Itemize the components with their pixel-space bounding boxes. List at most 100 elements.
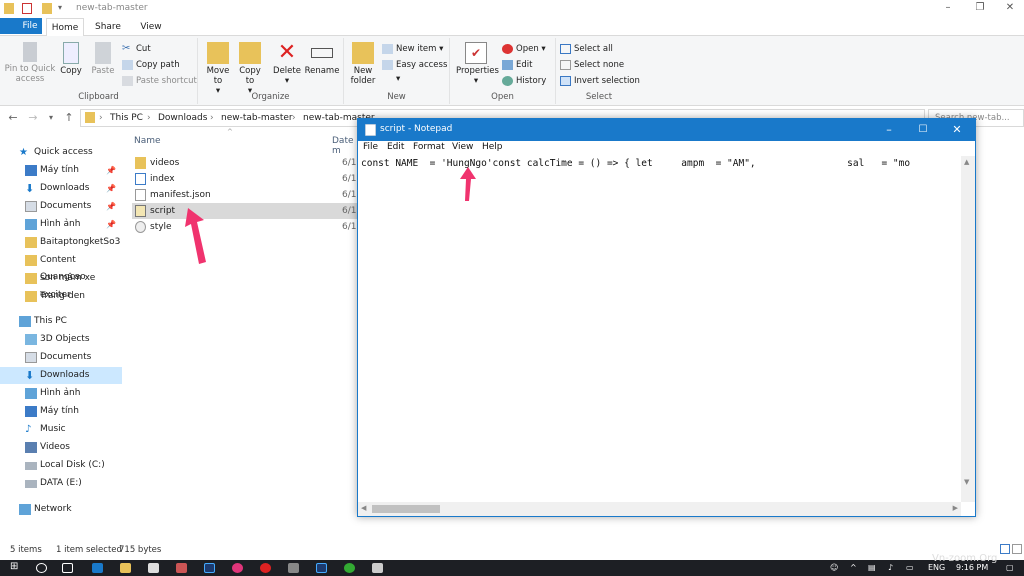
select-all-button[interactable]: Select all: [560, 42, 613, 56]
scroll-left-icon[interactable]: ◀: [361, 504, 366, 512]
copy-path-button[interactable]: Copy path: [122, 58, 180, 72]
copy-button[interactable]: Copy: [58, 42, 84, 76]
breadcrumb-downloads[interactable]: Downloads: [158, 113, 207, 123]
menu-edit[interactable]: Edit: [387, 142, 404, 152]
maximize-button[interactable]: ❐: [968, 2, 992, 16]
paste-button[interactable]: Paste: [89, 42, 117, 76]
nav-may-tinh[interactable]: Máy tính 📌: [0, 162, 122, 179]
quick-access-dropdown-icon[interactable]: ▾: [58, 3, 66, 14]
invert-selection-button[interactable]: Invert selection: [560, 74, 640, 88]
nav-baitap[interactable]: BaitaptongketSo3: [0, 234, 122, 251]
properties-quick-icon[interactable]: [22, 3, 32, 14]
nav-downloads-quick[interactable]: ⬇ Downloads 📌: [0, 180, 122, 197]
tab-share[interactable]: Share: [88, 18, 128, 36]
edit-button[interactable]: Edit: [502, 58, 532, 72]
nav-downloads[interactable]: ⬇ Downloads: [0, 367, 122, 384]
tab-view[interactable]: View: [132, 18, 170, 36]
large-icons-view-icon[interactable]: [1012, 544, 1022, 554]
windows-start-icon[interactable]: ⊞: [10, 561, 21, 572]
notifications-icon[interactable]: ▢: [1006, 563, 1014, 572]
network-tray-icon[interactable]: ▤: [868, 563, 876, 572]
nav-documents[interactable]: Documents: [0, 349, 122, 366]
menu-help[interactable]: Help: [482, 142, 503, 152]
recent-dropdown-icon[interactable]: ▾: [44, 111, 58, 125]
new-folder-button[interactable]: New folder: [348, 42, 378, 86]
nav-hinh-anh[interactable]: Hình ảnh: [0, 385, 122, 402]
forward-arrow-icon[interactable]: →: [26, 111, 40, 125]
pin-quick-access-button[interactable]: Pin to Quick access: [4, 42, 56, 84]
nav-documents-quick[interactable]: Documents 📌: [0, 198, 122, 215]
nav-trang-den[interactable]: Trang-den: [0, 288, 122, 305]
menu-view[interactable]: View: [452, 142, 473, 152]
back-arrow-icon[interactable]: ←: [6, 111, 20, 125]
nav-videos[interactable]: Videos: [0, 439, 122, 456]
file-row[interactable]: videos6/12/2: [132, 155, 371, 171]
file-row[interactable]: style6/12/2: [132, 219, 371, 235]
column-name[interactable]: Name: [134, 136, 161, 146]
nav-music[interactable]: ♪ Music: [0, 421, 122, 438]
pin-icon[interactable]: 📌: [106, 198, 116, 215]
nav-hinh-anh-quick[interactable]: Hình ảnh 📌: [0, 216, 122, 233]
minimize-button[interactable]: –: [936, 2, 960, 16]
nav-son-mam[interactable]: sơn mâm xe exciter: [0, 270, 122, 300]
close-button[interactable]: ✕: [998, 2, 1022, 16]
pin-icon[interactable]: 📌: [106, 180, 116, 197]
paste-shortcut-button[interactable]: Paste shortcut: [122, 74, 197, 88]
tray-expand-icon[interactable]: ^: [850, 563, 857, 572]
details-view-icon[interactable]: [1000, 544, 1010, 554]
chrome-icon[interactable]: [344, 563, 355, 573]
clock[interactable]: 9:16 PM: [956, 563, 988, 572]
properties-button[interactable]: ✔ Properties ▾: [456, 42, 499, 86]
notepad-minimize-button[interactable]: –: [874, 122, 904, 138]
new-folder-quick-icon[interactable]: [42, 3, 52, 14]
pin-icon[interactable]: 📌: [106, 162, 116, 179]
notepad-close-button[interactable]: ✕: [942, 122, 972, 138]
delete-button[interactable]: ✕ Delete ▾: [272, 42, 302, 87]
up-arrow-icon[interactable]: ↑: [62, 111, 76, 125]
scroll-right-icon[interactable]: ▶: [953, 504, 958, 512]
file-row[interactable]: manifest.json6/12/2: [132, 187, 371, 203]
app-icon[interactable]: [232, 563, 243, 573]
menu-file[interactable]: File: [363, 142, 378, 152]
task-view-icon[interactable]: [62, 563, 73, 573]
nav-may-tinh-pc[interactable]: Máy tính: [0, 403, 122, 420]
move-to-button[interactable]: Move to ▾: [204, 42, 232, 96]
tab-home[interactable]: Home: [46, 18, 84, 37]
select-none-button[interactable]: Select none: [560, 58, 624, 72]
open-button[interactable]: Open ▾: [502, 42, 546, 56]
nav-this-pc[interactable]: This PC: [0, 313, 122, 330]
vertical-scrollbar[interactable]: ▲ ▼: [961, 156, 975, 502]
new-item-button[interactable]: New item ▾: [382, 42, 443, 56]
horizontal-scroll-thumb[interactable]: [372, 505, 440, 513]
copy-to-button[interactable]: Copy to ▾: [236, 42, 264, 96]
volume-icon[interactable]: ♪: [888, 563, 893, 572]
file-explorer-icon[interactable]: [120, 563, 131, 573]
rename-button[interactable]: Rename: [304, 42, 340, 76]
file-row[interactable]: index6/12/2: [132, 171, 371, 187]
notepad-maximize-button[interactable]: ☐: [908, 122, 938, 138]
cut-button[interactable]: ✂ Cut: [122, 42, 151, 56]
nav-data-e[interactable]: DATA (E:): [0, 475, 122, 492]
store-icon[interactable]: [148, 563, 159, 573]
history-button[interactable]: History: [502, 74, 546, 88]
notepad-text-area[interactable]: const NAME = 'HungNgo'const calcTime = (…: [358, 156, 961, 502]
scroll-up-icon[interactable]: ▲: [964, 158, 969, 166]
horizontal-scrollbar[interactable]: ◀ ▶: [358, 502, 961, 516]
breadcrumb-new-tab-master[interactable]: new-tab-master: [221, 113, 293, 123]
nav-network[interactable]: Network: [0, 501, 122, 518]
nav-content-quangcao[interactable]: Content Quangcao: [0, 252, 122, 282]
nav-3d-objects[interactable]: 3D Objects: [0, 331, 122, 348]
app-icon[interactable]: [288, 563, 299, 573]
notepad-taskbar-icon[interactable]: [372, 563, 383, 573]
photoshop-icon[interactable]: [316, 563, 327, 573]
language-indicator[interactable]: ENG: [928, 563, 945, 572]
edge-icon[interactable]: [92, 563, 103, 573]
tab-file[interactable]: File: [0, 18, 42, 34]
opera-icon[interactable]: [260, 563, 271, 573]
scroll-down-icon[interactable]: ▼: [964, 478, 969, 486]
photoshop-icon[interactable]: [204, 563, 215, 573]
battery-icon[interactable]: ▭: [906, 563, 914, 572]
nav-quick-access[interactable]: ★ Quick access: [0, 144, 122, 161]
search-icon[interactable]: [36, 563, 47, 573]
pin-icon[interactable]: 📌: [106, 216, 116, 233]
